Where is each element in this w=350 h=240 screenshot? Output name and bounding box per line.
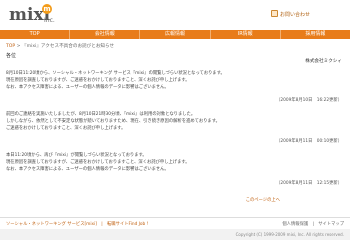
page-title: 各位 <box>6 53 17 59</box>
notice-paragraph-3: 本日11:20頃から、再び『mixi』が閲覧しづらい状況となっております。 現在… <box>6 152 342 173</box>
nav-item-ir[interactable]: IR情報 <box>209 30 280 39</box>
logo-badge-icon: m <box>42 4 52 14</box>
main-nav: TOP 会社情報 広報情報 IR情報 採用情報 <box>0 30 350 39</box>
notice-line: 現在原因を調査しておりますが、ご迷惑をおかけしておりますこと、深くお詫び申し上げ… <box>6 160 190 165</box>
footer-divider <box>0 217 350 218</box>
breadcrumb-separator: > <box>15 44 22 49</box>
notice-line: 現在原因を調査しておりますが、ご迷惑をおかけしておりますこと、深くお詫び申し上げ… <box>6 78 190 83</box>
nav-item-company[interactable]: 会社情報 <box>69 30 139 39</box>
update-date-1: （2009年8月10日 16:22更新） <box>276 98 342 103</box>
page-top-link[interactable]: このページの上へ <box>246 197 280 203</box>
update-date-2: （2009年8月11日 00:10更新） <box>276 139 342 144</box>
footer-service-links[interactable]: ソーシャル・ネットワーキング サービス[mixi] | 転職サイトFind Jo… <box>6 221 148 227</box>
page: mixi m Inc. お問い合わせ TOP 会社情報 広報情報 IR情報 採用… <box>0 0 350 240</box>
notice-line: なお、本アクセス障害による、ユーザーの個人情報のデータに影響はございません。 <box>6 85 169 90</box>
breadcrumb: TOP > 『mixi』アクセス不具合のお詫びとお知らせ <box>6 43 114 49</box>
nav-item-top[interactable]: TOP <box>0 30 69 39</box>
breadcrumb-top-link[interactable]: TOP <box>6 44 15 49</box>
notice-paragraph-2: 前回のご連絡を実施いたしましたが、8月10日21時30分頃、『mixi』は利用の… <box>6 111 342 132</box>
contact-link[interactable]: お問い合わせ <box>280 11 310 18</box>
footer-utility-links[interactable]: 個人情報保護 | サイトマップ <box>282 221 344 227</box>
update-date-3: （2009年8月11日 12:15更新） <box>276 181 342 186</box>
notice-line: 本日11:20頃から、再び『mixi』が閲覧しづらい状況となっております。 <box>6 153 147 158</box>
notice-line: 前回のご連絡を実施いたしましたが、8月10日21時30分頃、『mixi』は利用の… <box>6 112 196 117</box>
nav-item-press[interactable]: 広報情報 <box>139 30 209 39</box>
notice-line: なお、本アクセス障害による、ユーザーの個人情報のデータに影響はございません。 <box>6 167 169 172</box>
logo-suffix: Inc. <box>44 17 55 24</box>
company-name: 株式会社ミクシィ <box>305 59 342 64</box>
notice-paragraph-1: 8月10日11:20頃から、ソーシャル・ネットワーキング サービス『mixi』の… <box>6 70 342 91</box>
copyright: Copyright (C) 1999-2009 mixi, Inc. All r… <box>235 232 344 237</box>
header: mixi m Inc. お問い合わせ <box>0 0 350 30</box>
mail-icon <box>271 10 278 17</box>
notice-line: しかしながら、依然として不安定な状態が続いておりますため、現在、引き続き原因の解… <box>6 119 220 124</box>
nav-item-recruit[interactable]: 採用情報 <box>279 30 350 39</box>
notice-line: 8月10日11:20頃から、ソーシャル・ネットワーキング サービス『mixi』の… <box>6 71 225 76</box>
breadcrumb-current: 『mixi』アクセス不具合のお詫びとお知らせ <box>21 44 115 49</box>
notice-line: ご迷惑をおかけしておりますこと、深くお詫び申し上げます。 <box>6 126 126 131</box>
